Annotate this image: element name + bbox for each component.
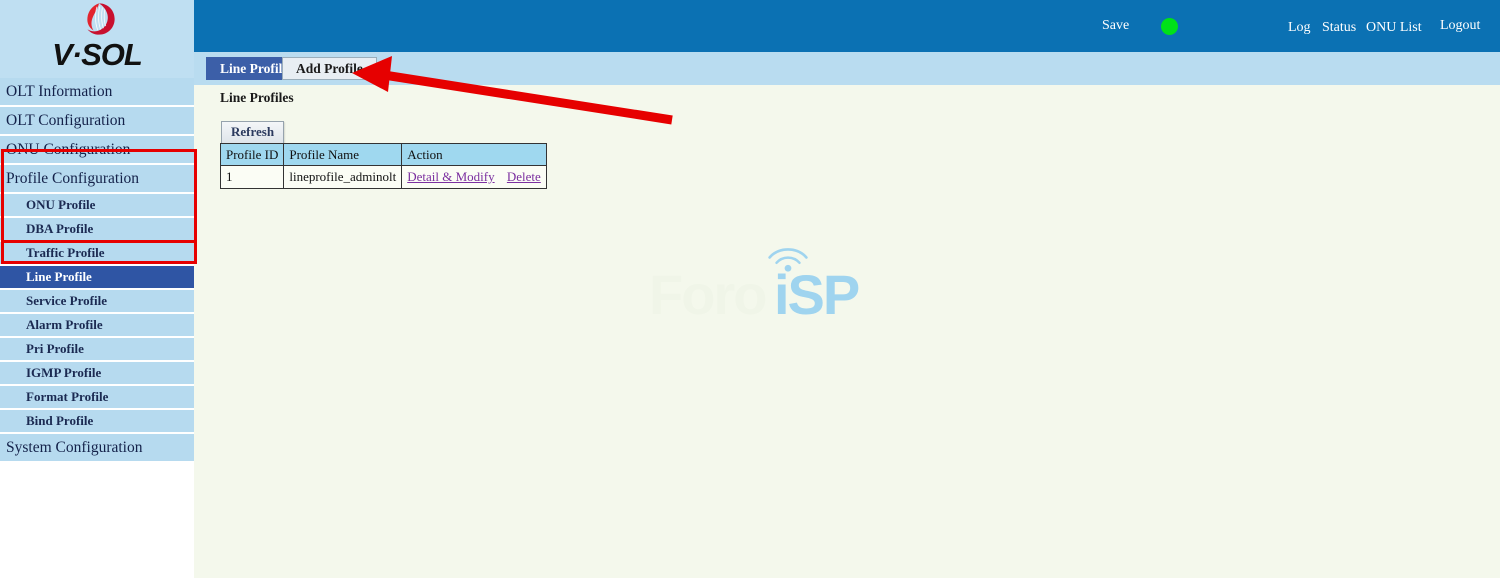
brand-logo-area: V·SOL — [0, 0, 194, 78]
cell-profile-name: lineprofile_adminolt — [283, 165, 403, 189]
sidebar-item-service-profile[interactable]: Service Profile — [0, 290, 194, 314]
olt-web-management-page: V·SOL OLT Information OLT Configuration ON… — [0, 0, 1500, 578]
column-header-profile-id: Profile ID — [219, 143, 285, 166]
table-row: 1 lineprofile_adminolt Detail & Modify D… — [219, 165, 547, 189]
foroisp-watermark: Foro iSP — [649, 248, 909, 330]
status-link[interactable]: Status — [1322, 20, 1356, 36]
column-header-action: Action — [401, 143, 547, 166]
sidebar-item-onu-configuration[interactable]: ONU Configuration — [0, 136, 194, 165]
cell-profile-id: 1 — [219, 165, 285, 189]
cell-actions: Detail & Modify Delete — [401, 165, 547, 189]
sidebar-item-format-profile[interactable]: Format Profile — [0, 386, 194, 410]
log-link[interactable]: Log — [1288, 20, 1311, 36]
line-profiles-table: Profile ID Profile Name Action 1 linepro… — [219, 143, 547, 189]
logout-link[interactable]: Logout — [1440, 18, 1480, 34]
sidebar-item-dba-profile[interactable]: DBA Profile — [0, 218, 194, 242]
onu-list-link[interactable]: ONU List — [1366, 20, 1422, 36]
brand-logo-text: V·SOL — [52, 37, 143, 72]
wifi-signal-icon — [768, 248, 808, 272]
sidebar-item-line-profile[interactable]: Line Profile — [0, 266, 194, 290]
tab-bar: Line Profile Add Profile — [194, 52, 1500, 85]
watermark-text-left: Foro — [649, 263, 767, 326]
sidebar-item-system-configuration[interactable]: System Configuration — [0, 434, 194, 463]
sidebar-item-olt-configuration[interactable]: OLT Configuration — [0, 107, 194, 136]
column-header-profile-name: Profile Name — [283, 143, 403, 166]
tab-add-profile[interactable]: Add Profile — [282, 57, 377, 80]
sidebar-item-igmp-profile[interactable]: IGMP Profile — [0, 362, 194, 386]
sidebar-item-alarm-profile[interactable]: Alarm Profile — [0, 314, 194, 338]
sidebar-item-traffic-profile[interactable]: Traffic Profile — [0, 242, 194, 266]
sidebar-menu: OLT Information OLT Configuration ONU Conf… — [0, 78, 194, 463]
top-header-bar: Save Log Status ONU List Logout — [194, 0, 1500, 52]
table-header-row: Profile ID Profile Name Action — [219, 143, 547, 166]
refresh-button[interactable]: Refresh — [221, 121, 285, 144]
sidebar-item-olt-information[interactable]: OLT Information — [0, 78, 194, 107]
status-led-icon — [1161, 18, 1178, 35]
sidebar-item-bind-profile[interactable]: Bind Profile — [0, 410, 194, 434]
sidebar-item-profile-configuration[interactable]: Profile Configuration — [0, 165, 194, 194]
save-button[interactable]: Save — [1102, 18, 1129, 34]
sidebar-item-onu-profile[interactable]: ONU Profile — [0, 194, 194, 218]
content-panel: Foro iSP Line Profiles Refresh Profile I… — [194, 85, 1500, 578]
page-title: Line Profiles — [220, 90, 294, 105]
detail-modify-link[interactable]: Detail & Modify — [407, 169, 494, 184]
delete-link[interactable]: Delete — [507, 169, 541, 184]
vsol-sphere-icon — [87, 3, 115, 35]
sidebar-item-pri-profile[interactable]: Pri Profile — [0, 338, 194, 362]
watermark-text-right: iSP — [774, 263, 860, 326]
sidebar: V·SOL OLT Information OLT Configuration ON… — [0, 0, 197, 578]
